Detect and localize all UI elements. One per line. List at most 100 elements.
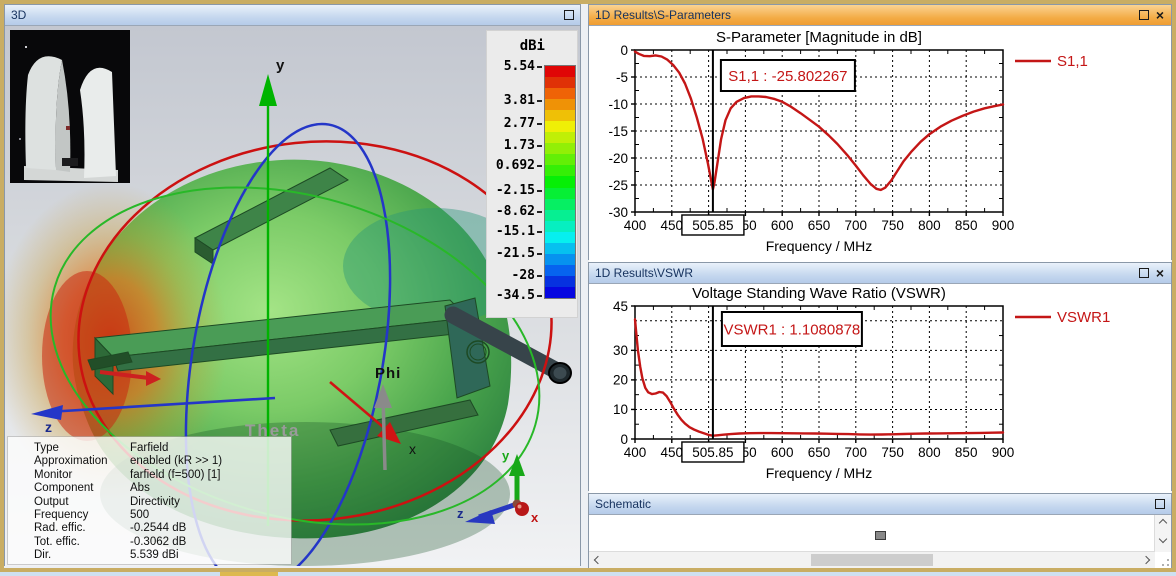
colorbar-band — [545, 121, 575, 132]
info-label: Component — [8, 482, 130, 495]
maximize-button[interactable] — [1153, 497, 1167, 511]
x-axis-title: Frequency / MHz — [766, 465, 873, 481]
model-preview-image — [10, 30, 130, 183]
scrollbar-thumb[interactable] — [811, 554, 933, 566]
schematic-component-icon[interactable] — [875, 531, 886, 540]
colorbar-value: 3.81 — [504, 93, 535, 108]
horizontal-scrollbar[interactable] — [589, 551, 1155, 568]
x-axis-title: Frequency / MHz — [766, 238, 873, 254]
colorbar-band — [545, 276, 575, 287]
svg-text:-10: -10 — [608, 97, 628, 112]
info-label: Tot. effic. — [8, 536, 130, 549]
info-value: -0.2544 dB — [130, 522, 186, 535]
info-row: Monitorfarfield (f=500) [1] — [8, 469, 291, 482]
close-button[interactable]: × — [1153, 8, 1167, 22]
maximize-icon — [564, 10, 574, 20]
svg-text:600: 600 — [771, 218, 794, 233]
application-workspace: 3D — [4, 4, 1172, 568]
maximize-icon — [1139, 10, 1149, 20]
chevron-down-icon — [1159, 535, 1167, 543]
info-value: farfield (f=500) [1] — [130, 469, 220, 482]
sparam-panel: 1D Results\S-Parameters × S1,1 : -25.802… — [588, 4, 1172, 260]
colorbar-value: 5.54 — [504, 59, 535, 74]
chevron-left-icon — [594, 556, 602, 564]
svg-text:0: 0 — [620, 432, 628, 447]
svg-text:650: 650 — [808, 445, 831, 460]
svg-text:900: 900 — [992, 218, 1015, 233]
colorbar-value: 2.77 — [504, 116, 535, 131]
triad-x-label: x — [531, 510, 539, 525]
info-value: Abs — [130, 482, 150, 495]
colorbar-value: -2.15 — [496, 183, 535, 198]
info-value: -0.3062 dB — [130, 536, 186, 549]
colorbar-value: 1.73 — [504, 138, 535, 153]
resize-grip[interactable] — [1157, 554, 1169, 566]
vswr-chart-area: VSWR1 : 1.108087840045055060065070075080… — [589, 284, 1171, 496]
colorbar-band — [545, 188, 575, 199]
x-axis-label: x — [409, 441, 416, 457]
triad-y-label: y — [502, 448, 510, 463]
colorbar-band — [545, 210, 575, 221]
svg-text:400: 400 — [624, 445, 647, 460]
farfield-info-table: TypeFarfieldApproximationenabled (kR >> … — [8, 437, 291, 564]
colorbar-band — [545, 265, 575, 276]
scroll-left-button[interactable] — [589, 557, 607, 563]
colorbar-gradient — [544, 65, 576, 299]
svg-text:900: 900 — [992, 445, 1015, 460]
colorbar-value: -8.62 — [496, 204, 535, 219]
marker-value-text: S1,1 : -25.802267 — [728, 68, 847, 85]
chart-title: Voltage Standing Wave Ratio (VSWR) — [692, 285, 946, 302]
legend-label[interactable]: S1,1 — [1057, 53, 1088, 70]
close-icon: × — [1156, 268, 1164, 278]
marker-x-text: 505.85 — [692, 218, 733, 233]
info-row: ComponentAbs — [8, 482, 291, 495]
svg-text:750: 750 — [881, 218, 904, 233]
scroll-down-button[interactable] — [1155, 531, 1171, 547]
triad-z-label: z — [457, 506, 464, 521]
svg-text:30: 30 — [613, 343, 628, 358]
info-value: Directivity — [130, 496, 180, 509]
colorbar-title: dBi — [520, 38, 545, 54]
marker-x-text: 505.85 — [692, 445, 733, 460]
close-button[interactable]: × — [1153, 266, 1167, 280]
maximize-icon — [1139, 268, 1149, 278]
colorbar-value: -34.5 — [496, 288, 535, 303]
colorbar-band — [545, 154, 575, 165]
svg-text:-5: -5 — [616, 70, 628, 85]
scroll-up-button[interactable] — [1155, 515, 1171, 531]
colorbar-tick — [537, 253, 542, 255]
scroll-right-button[interactable] — [1137, 557, 1155, 563]
schematic-titlebar[interactable]: Schematic — [589, 494, 1171, 515]
svg-text:650: 650 — [808, 218, 831, 233]
info-row: Dir.5.539 dBi — [8, 549, 291, 562]
vswr-title: 1D Results\VSWR — [595, 266, 693, 280]
3d-title: 3D — [11, 8, 26, 22]
sparam-titlebar[interactable]: 1D Results\S-Parameters × — [589, 5, 1171, 26]
vswr-titlebar[interactable]: 1D Results\VSWR × — [589, 263, 1171, 284]
schematic-canvas[interactable] — [589, 515, 1171, 568]
svg-text:-15: -15 — [608, 124, 628, 139]
colorbar-band — [545, 199, 575, 210]
legend-label[interactable]: VSWR1 — [1057, 309, 1110, 326]
close-icon: × — [1156, 10, 1164, 20]
svg-text:450: 450 — [661, 445, 684, 460]
info-row: Tot. effic.-0.3062 dB — [8, 536, 291, 549]
svg-text:10: 10 — [613, 402, 628, 417]
maximize-button[interactable] — [562, 8, 576, 22]
svg-text:750: 750 — [881, 445, 904, 460]
colorbar-band — [545, 132, 575, 143]
3d-titlebar[interactable]: 3D — [5, 5, 580, 26]
colorbar-value: -28 — [512, 268, 535, 283]
info-row: OutputDirectivity — [8, 496, 291, 509]
colorbar-tick — [537, 275, 542, 277]
phi-label: Phi — [375, 365, 401, 382]
maximize-button[interactable] — [1137, 8, 1151, 22]
colorbar-band — [545, 143, 575, 154]
vertical-scrollbar[interactable] — [1154, 515, 1171, 552]
colorbar-band — [545, 77, 575, 88]
svg-text:450: 450 — [661, 218, 684, 233]
3d-viewport[interactable]: y z x Phi Theta — [5, 26, 580, 566]
maximize-button[interactable] — [1137, 266, 1151, 280]
colorbar-band — [545, 232, 575, 243]
chevron-right-icon — [1142, 556, 1150, 564]
